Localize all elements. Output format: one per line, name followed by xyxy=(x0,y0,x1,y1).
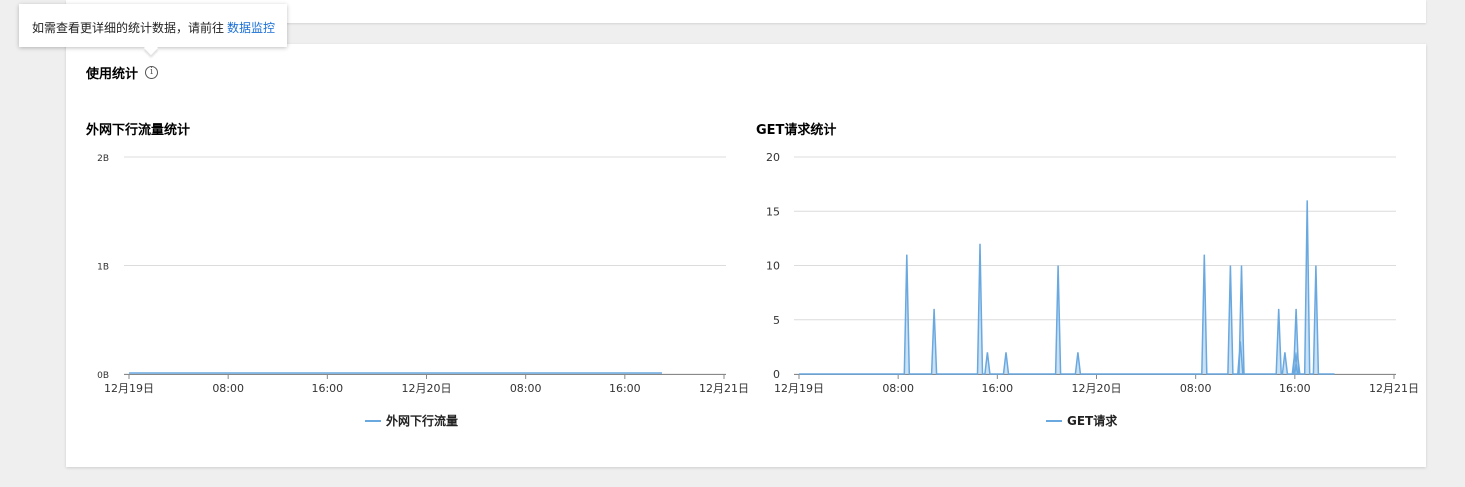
x-tick-label: 12月20日 xyxy=(1072,382,1122,395)
x-tick-label: 16:00 xyxy=(981,382,1013,395)
x-tick-label: 12月21日 xyxy=(699,382,749,395)
section-title-text: 使用统计 xyxy=(86,67,139,82)
chart-title-get: GET请求统计 xyxy=(756,123,837,138)
info-circle-icon[interactable]: i xyxy=(145,66,159,79)
legend-traffic[interactable]: 外网下行流量 xyxy=(365,412,458,429)
y-tick-label: 5 xyxy=(773,314,780,327)
y-tick-label: 0B xyxy=(97,371,109,381)
legend-label: GET请求 xyxy=(1067,414,1118,428)
monitoring-tooltip: 如需查看更详细的统计数据，请前往 数据监控 xyxy=(19,4,287,56)
tooltip-text: 如需查看更详细的统计数据，请前往 xyxy=(32,21,225,35)
y-tick-label: 1B xyxy=(97,263,109,273)
section-title: 使用统计 i xyxy=(86,63,159,82)
x-tick-label: 16:00 xyxy=(1279,382,1311,395)
x-tick-label: 16:00 xyxy=(609,382,641,395)
y-tick-label: 20 xyxy=(766,151,780,164)
x-tick-label: 08:00 xyxy=(510,382,542,395)
legend-swatch xyxy=(1046,419,1062,422)
x-tick-label: 08:00 xyxy=(1180,382,1212,395)
usage-stats-card: 使用统计 i 外网下行流量统计 GET请求统计 0B 1B 2B 12月19日 08:0… xyxy=(66,44,1426,467)
y-tick-label: 0 xyxy=(773,368,780,381)
legend-swatch xyxy=(365,419,381,422)
chart-title-traffic: 外网下行流量统计 xyxy=(86,123,191,138)
data-monitoring-link[interactable]: 数据监控 xyxy=(227,21,275,35)
traffic-chart: 0B 1B 2B 12月19日 08:00 16:00 12月20日 08:00 16:00 12… xyxy=(97,154,749,395)
y-tick-label: 15 xyxy=(766,205,780,218)
series-area xyxy=(799,200,1335,374)
y-tick-label: 2B xyxy=(97,154,109,164)
legend-get[interactable]: GET请求 xyxy=(1046,412,1117,429)
x-tick-label: 12月20日 xyxy=(402,382,452,395)
series-line xyxy=(799,200,1335,375)
x-tick-label: 12月21日 xyxy=(1369,382,1419,395)
x-tick-label: 16:00 xyxy=(311,382,343,395)
x-tick-label: 08:00 xyxy=(882,382,914,395)
legend-label: 外网下行流量 xyxy=(386,414,459,428)
x-tick-label: 08:00 xyxy=(212,382,244,395)
get-requests-chart: 0 5 10 15 20 12月19日 08:00 16:00 12月20日 08:00 16:00… xyxy=(766,151,1419,395)
x-tick-label: 12月19日 xyxy=(104,382,154,395)
y-tick-label: 10 xyxy=(766,260,780,273)
x-tick-label: 12月19日 xyxy=(774,382,824,395)
